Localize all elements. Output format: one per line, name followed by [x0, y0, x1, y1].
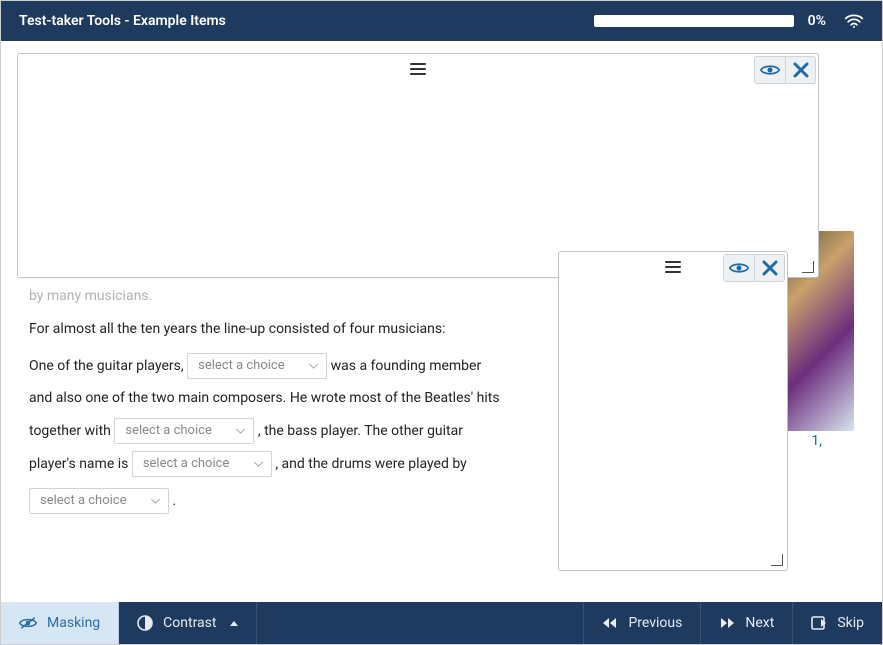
- text-seg-c: and also one of the two main composers. …: [29, 390, 500, 406]
- previous-label: Previous: [628, 615, 682, 631]
- chevron-up-icon: [230, 621, 238, 626]
- previous-button[interactable]: Previous: [583, 602, 700, 644]
- skip-icon: [811, 616, 827, 630]
- mask-close-button[interactable]: [754, 255, 784, 281]
- progress: 0%: [594, 13, 826, 29]
- mask-toolbar: [754, 56, 816, 84]
- app-root: Test-taker Tools - Example Items 0% 1, b…: [0, 0, 883, 645]
- forward-icon: [719, 617, 735, 629]
- header-bar: Test-taker Tools - Example Items 0%: [1, 1, 882, 41]
- wifi-icon: [844, 13, 864, 29]
- contrast-icon: [137, 615, 153, 631]
- select-drummer[interactable]: select a choice: [29, 488, 169, 514]
- rewind-icon: [602, 617, 618, 629]
- select-bassist[interactable]: select a choice: [114, 418, 254, 444]
- next-button[interactable]: Next: [700, 602, 792, 644]
- mask-show-button[interactable]: [724, 255, 754, 281]
- mask-close-button[interactable]: [785, 57, 815, 83]
- resize-handle[interactable]: [769, 552, 783, 566]
- footer-bar: Masking Contrast Previous Next: [1, 602, 882, 644]
- resize-handle[interactable]: [800, 259, 814, 273]
- drag-handle-icon[interactable]: [665, 260, 681, 274]
- text-seg-d: together with: [29, 423, 111, 439]
- progress-percent: 0%: [808, 13, 826, 29]
- masking-button[interactable]: Masking: [1, 602, 119, 644]
- next-label: Next: [745, 615, 774, 631]
- drag-handle-icon[interactable]: [410, 62, 426, 76]
- text-seg-b: was a founding member: [331, 358, 482, 374]
- mask-panel-small[interactable]: [558, 251, 788, 571]
- text-seg-e: , the bass player. The other guitar: [258, 423, 463, 439]
- text-seg-f: player's name is: [29, 456, 128, 472]
- mask-panel-large[interactable]: [17, 53, 819, 278]
- masking-label: Masking: [47, 615, 100, 631]
- select-guitarist-2[interactable]: select a choice: [132, 451, 272, 477]
- mask-show-button[interactable]: [755, 57, 785, 83]
- skip-label: Skip: [837, 615, 864, 631]
- select-guitarist-1[interactable]: select a choice: [187, 353, 327, 379]
- header-title: Test-taker Tools - Example Items: [19, 13, 594, 29]
- main-area: 1, by many musicians. For almost all the…: [1, 41, 882, 602]
- skip-button[interactable]: Skip: [792, 602, 882, 644]
- text-period: .: [172, 493, 176, 509]
- contrast-label: Contrast: [163, 615, 216, 631]
- mask-toolbar: [723, 254, 785, 282]
- text-seg-a: One of the guitar players,: [29, 358, 184, 374]
- footer-spacer: [257, 602, 583, 644]
- text-seg-g: , and the drums were played by: [275, 456, 466, 472]
- eye-slash-icon: [19, 616, 37, 630]
- progress-bar: [594, 15, 794, 27]
- contrast-button[interactable]: Contrast: [119, 602, 257, 644]
